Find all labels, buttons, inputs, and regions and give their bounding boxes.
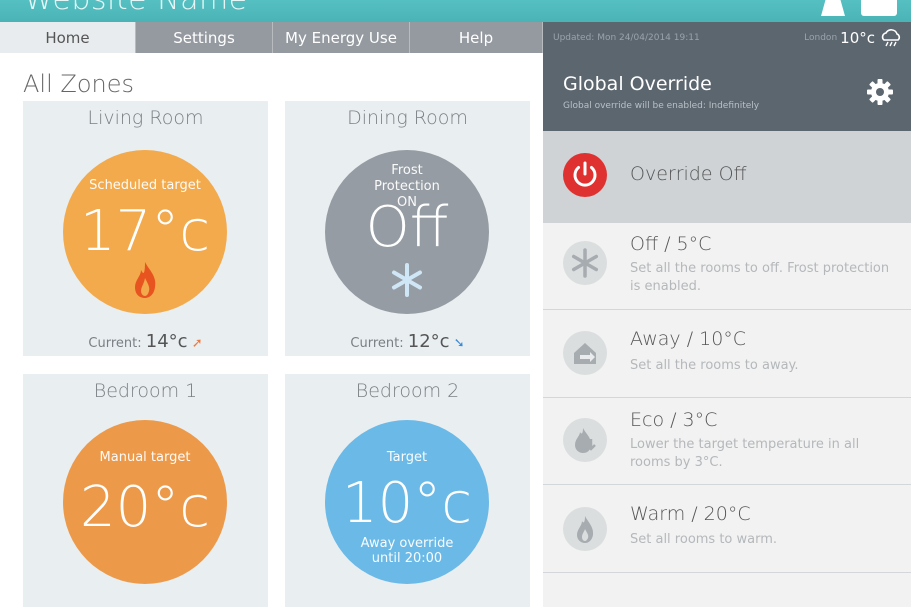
zone-name: Dining Room bbox=[347, 107, 468, 129]
option-label: Off / 5°C bbox=[630, 233, 712, 255]
zone-card-bedroom-2[interactable]: Bedroom 2 Target 10°c Away override unti… bbox=[285, 374, 530, 607]
away-house-icon bbox=[563, 331, 607, 375]
zone-target-temp: 20°c bbox=[79, 475, 211, 540]
zone-target-temp: 17°c bbox=[79, 199, 211, 264]
outside-temperature: 10°c bbox=[840, 28, 875, 47]
updated-time: Updated: Mon 24/04/2014 19:11 bbox=[553, 32, 700, 43]
zone-card-bedroom-1[interactable]: Bedroom 1 Manual target 20°c bbox=[23, 374, 268, 607]
location: London bbox=[804, 32, 838, 43]
option-label: Eco / 3°C bbox=[630, 409, 718, 431]
flame-icon bbox=[135, 262, 156, 298]
zone-card-living-room[interactable]: Living Room Scheduled target 17°c Curren… bbox=[23, 101, 268, 356]
user-icon[interactable] bbox=[818, 0, 848, 20]
gear-icon[interactable] bbox=[865, 77, 895, 107]
option-label: Override Off bbox=[630, 163, 747, 185]
snowflake-icon bbox=[563, 241, 607, 285]
global-override-panel: Global Override Global override will be … bbox=[543, 53, 911, 607]
tab-home[interactable]: Home bbox=[0, 22, 136, 53]
eco-flame-icon bbox=[563, 418, 607, 462]
zone-temperature-dial[interactable]: Scheduled target 17°c bbox=[63, 150, 227, 314]
zone-name: Bedroom 2 bbox=[355, 380, 460, 402]
zone-temperature-dial[interactable]: Target 10°c Away override until 20:00 bbox=[325, 420, 489, 584]
power-icon bbox=[563, 153, 607, 197]
page-title: All Zones bbox=[23, 70, 134, 98]
override-option-warm[interactable]: Warm / 20°C Set all rooms to warm. bbox=[543, 485, 911, 573]
rain-cloud-icon bbox=[881, 28, 901, 46]
option-description: Set all rooms to warm. bbox=[630, 532, 778, 547]
trend-up-arrow-icon: ➚ bbox=[191, 336, 203, 351]
option-description: Set all the rooms to off. Frost protecti… bbox=[630, 261, 890, 294]
site-header: Website Name bbox=[0, 0, 911, 22]
override-option-off[interactable]: Override Off bbox=[543, 131, 911, 223]
option-description: Lower the target temperature in all room… bbox=[630, 437, 860, 470]
trend-down-arrow-icon: ➘ bbox=[453, 336, 465, 351]
zone-temperature-dial[interactable]: Frost Protection ON Off bbox=[325, 150, 489, 314]
zone-override-note: Away override until 20:00 bbox=[360, 536, 454, 566]
snowflake-icon bbox=[392, 263, 422, 297]
zone-current: Current: 12°c ➘ bbox=[285, 331, 530, 352]
tab-settings[interactable]: Settings bbox=[136, 22, 273, 53]
site-name: Website Name bbox=[24, 0, 248, 17]
override-option-frost[interactable]: Off / 5°C Set all the rooms to off. Fros… bbox=[543, 223, 911, 310]
zone-mode: Target bbox=[386, 450, 428, 465]
account-icon[interactable] bbox=[857, 0, 901, 20]
current-label: Current: bbox=[88, 336, 142, 351]
main-nav: Home Settings My Energy Use Help bbox=[0, 22, 543, 53]
option-label: Away / 10°C bbox=[630, 328, 747, 350]
zone-card-dining-room[interactable]: Dining Room Frost Protection ON Off Curr… bbox=[285, 101, 530, 356]
zone-temperature-dial[interactable]: Manual target 20°c bbox=[63, 420, 227, 584]
zone-target-temp: Off bbox=[365, 195, 449, 260]
status-bar: Updated: Mon 24/04/2014 19:11 London 10°… bbox=[543, 22, 911, 53]
tab-my-energy-use[interactable]: My Energy Use bbox=[273, 22, 410, 53]
option-description: Set all the rooms to away. bbox=[630, 358, 799, 373]
panel-title: Global Override bbox=[563, 73, 712, 95]
current-label: Current: bbox=[350, 336, 404, 351]
current-temp: 14°c bbox=[145, 331, 188, 352]
current-temp: 12°c bbox=[407, 331, 450, 352]
zone-target-temp: 10°c bbox=[341, 471, 473, 536]
zone-mode: Scheduled target bbox=[89, 178, 201, 193]
panel-subtitle: Global override will be enabled: Indefin… bbox=[563, 101, 760, 111]
tab-help[interactable]: Help bbox=[410, 22, 543, 53]
panel-header: Global Override Global override will be … bbox=[543, 53, 911, 131]
override-option-eco[interactable]: Eco / 3°C Lower the target temperature i… bbox=[543, 398, 911, 485]
zone-current: Current: 14°c ➚ bbox=[23, 331, 268, 352]
zone-mode: Manual target bbox=[99, 450, 191, 465]
flame-icon bbox=[563, 507, 607, 551]
zone-name: Bedroom 1 bbox=[93, 380, 198, 402]
option-label: Warm / 20°C bbox=[630, 503, 751, 525]
zone-name: Living Room bbox=[87, 107, 204, 129]
override-option-away[interactable]: Away / 10°C Set all the rooms to away. bbox=[543, 310, 911, 398]
